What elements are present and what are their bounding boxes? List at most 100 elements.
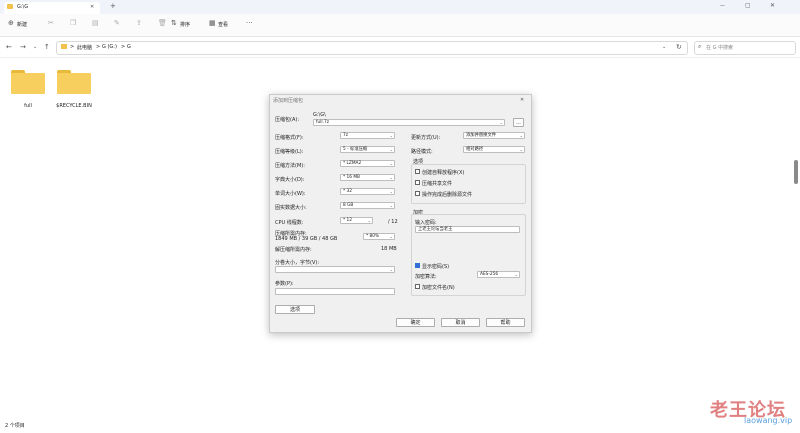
scrollbar-thumb[interactable] xyxy=(794,160,798,184)
copy-icon[interactable]: ❐ xyxy=(70,18,76,28)
mem-percent-value: * 80% xyxy=(366,234,380,239)
archive-name-field[interactable]: full.7z ⌄ xyxy=(313,119,505,126)
command-bar xyxy=(0,14,800,37)
watermark-url: laowang.vip xyxy=(744,416,793,425)
split-select[interactable]: ⌄ xyxy=(275,266,395,273)
folder-icon[interactable] xyxy=(11,68,45,94)
cpu-total: / 12 xyxy=(388,219,398,225)
enc-method-select[interactable]: AES-256 ⌄ xyxy=(477,271,520,278)
more-button[interactable]: ··· xyxy=(246,18,253,28)
options-button[interactable]: 选项 xyxy=(275,305,315,314)
split-label: 分卷大小，字节(V): xyxy=(275,260,320,266)
view-icon[interactable]: ▦ xyxy=(209,18,216,28)
mem-percent-select[interactable]: * 80% ⌄ xyxy=(363,233,395,240)
maximize-button[interactable]: ▢ xyxy=(745,1,751,11)
delete-after-checkbox[interactable] xyxy=(415,191,420,196)
params-label: 参数(P): xyxy=(275,281,294,287)
search-icon: ⌕ xyxy=(698,43,702,50)
cpu-value: * 12 xyxy=(343,218,352,223)
word-value: * 32 xyxy=(343,189,352,194)
format-value: 7z xyxy=(343,133,348,138)
ok-button[interactable]: 确定 xyxy=(396,318,435,327)
new-tab-button[interactable]: + xyxy=(110,1,116,11)
dict-label: 字典大小(D): xyxy=(275,177,305,183)
path-mode-value: 相对路径 xyxy=(466,147,484,152)
level-select[interactable]: 5 - 标准压缩 ⌄ xyxy=(340,146,395,153)
browse-button[interactable]: ... xyxy=(513,118,524,127)
new-icon[interactable]: ⊕ xyxy=(8,18,14,28)
file-name[interactable]: $RECYCLE.BIN xyxy=(44,103,104,109)
help-button[interactable]: 帮助 xyxy=(486,318,525,327)
solid-select[interactable]: 8 GB ⌄ xyxy=(340,202,395,209)
path-mode-label: 路径模式: xyxy=(411,149,433,155)
cpu-select[interactable]: * 12 ⌄ xyxy=(340,217,373,224)
level-label: 压缩等级(L): xyxy=(275,149,304,155)
back-icon[interactable]: ← xyxy=(6,42,12,52)
dict-select[interactable]: * 16 MB ⌄ xyxy=(340,174,395,181)
enc-method-value: AES-256 xyxy=(480,272,499,277)
up-icon[interactable]: ↑ xyxy=(44,42,50,52)
rename-icon[interactable]: ✎ xyxy=(114,18,120,28)
chevron-down-icon: ⌄ xyxy=(389,147,393,152)
format-select[interactable]: 7z ⌄ xyxy=(340,132,395,139)
word-select[interactable]: * 32 ⌄ xyxy=(340,188,395,195)
archive-name-value: full.7z xyxy=(316,120,329,125)
chevron-down-icon: ⌄ xyxy=(389,267,393,272)
password-label: 输入密码: xyxy=(415,220,437,226)
share-icon[interactable]: ⇪ xyxy=(136,18,142,28)
folder-icon xyxy=(7,4,13,9)
refresh-icon[interactable]: ↻ xyxy=(676,42,682,52)
minimize-button[interactable]: — xyxy=(720,1,725,11)
update-select[interactable]: 添加并替换文件 ⌄ xyxy=(463,132,525,139)
chevron-down-icon: ⌄ xyxy=(514,272,518,277)
chevron-down-icon: ⌄ xyxy=(389,234,393,239)
breadcrumb-sep: > xyxy=(96,44,101,50)
params-field[interactable] xyxy=(275,288,395,295)
cut-icon[interactable]: ✂ xyxy=(48,18,54,28)
enc-method-label: 加密算法: xyxy=(415,274,437,280)
delete-icon[interactable]: 🗑 xyxy=(158,18,167,28)
close-window-button[interactable]: ✕ xyxy=(770,1,775,11)
sort-button-label[interactable]: 排序 xyxy=(180,21,190,28)
dialog-title: 添加到压缩包 xyxy=(273,98,304,104)
view-button-label[interactable]: 查看 xyxy=(218,21,228,28)
paste-icon[interactable]: ▤ xyxy=(92,18,99,28)
address-box[interactable] xyxy=(56,41,688,55)
dialog-close-icon[interactable]: ✕ xyxy=(520,95,524,105)
new-button-label[interactable]: 新建 xyxy=(17,21,27,28)
format-label: 压缩格式(F): xyxy=(275,135,304,141)
breadcrumb-folder[interactable]: G xyxy=(127,44,131,50)
password-field[interactable]: 上老王论坛当老王 xyxy=(415,226,520,233)
search-placeholder[interactable]: 在 G 中搜索 xyxy=(706,44,733,51)
sort-icon[interactable]: ⇅ xyxy=(171,18,177,28)
shared-files-label: 压缩共享文件 xyxy=(422,181,453,187)
tab-current[interactable]: G:\G ✕ xyxy=(4,2,100,14)
chevron-down-icon: ⌄ xyxy=(519,147,523,152)
breadcrumb-drive[interactable]: G (G:) xyxy=(102,44,117,50)
method-select[interactable]: * LZMA2 ⌄ xyxy=(340,160,395,167)
cpu-label: CPU 线程数: xyxy=(275,220,304,226)
chevron-down-icon: ⌄ xyxy=(389,189,393,194)
update-value: 添加并替换文件 xyxy=(466,133,497,138)
chevron-down-icon: ⌄ xyxy=(519,133,523,138)
encrypt-names-checkbox[interactable] xyxy=(415,284,420,289)
breadcrumb-this-pc[interactable]: 此电脑 xyxy=(77,44,92,51)
sfx-checkbox[interactable] xyxy=(415,169,420,174)
chevron-down-icon: ⌄ xyxy=(367,218,371,223)
address-dropdown-icon[interactable]: ⌄ xyxy=(662,42,666,52)
level-value: 5 - 标准压缩 xyxy=(343,147,368,152)
tab-close-icon[interactable]: ✕ xyxy=(90,2,94,12)
shared-files-checkbox[interactable] xyxy=(415,180,420,185)
cancel-button[interactable]: 取消 xyxy=(441,318,480,327)
forward-icon[interactable]: → xyxy=(20,42,26,52)
breadcrumb-sep: > xyxy=(121,44,126,50)
sfx-label: 创建自释放程序(X) xyxy=(422,170,465,176)
path-mode-select[interactable]: 相对路径 ⌄ xyxy=(463,146,525,153)
archive-label: 压缩包(A): xyxy=(275,117,300,123)
folder-icon[interactable] xyxy=(57,68,91,94)
show-password-checkbox[interactable] xyxy=(415,263,420,268)
chevron-down-icon: ⌄ xyxy=(499,120,503,125)
encrypt-names-label: 加密文件名(N) xyxy=(422,285,455,291)
recent-chevron-icon[interactable]: ⌄ xyxy=(33,42,37,52)
show-password-label: 显示密码(S) xyxy=(422,264,450,270)
